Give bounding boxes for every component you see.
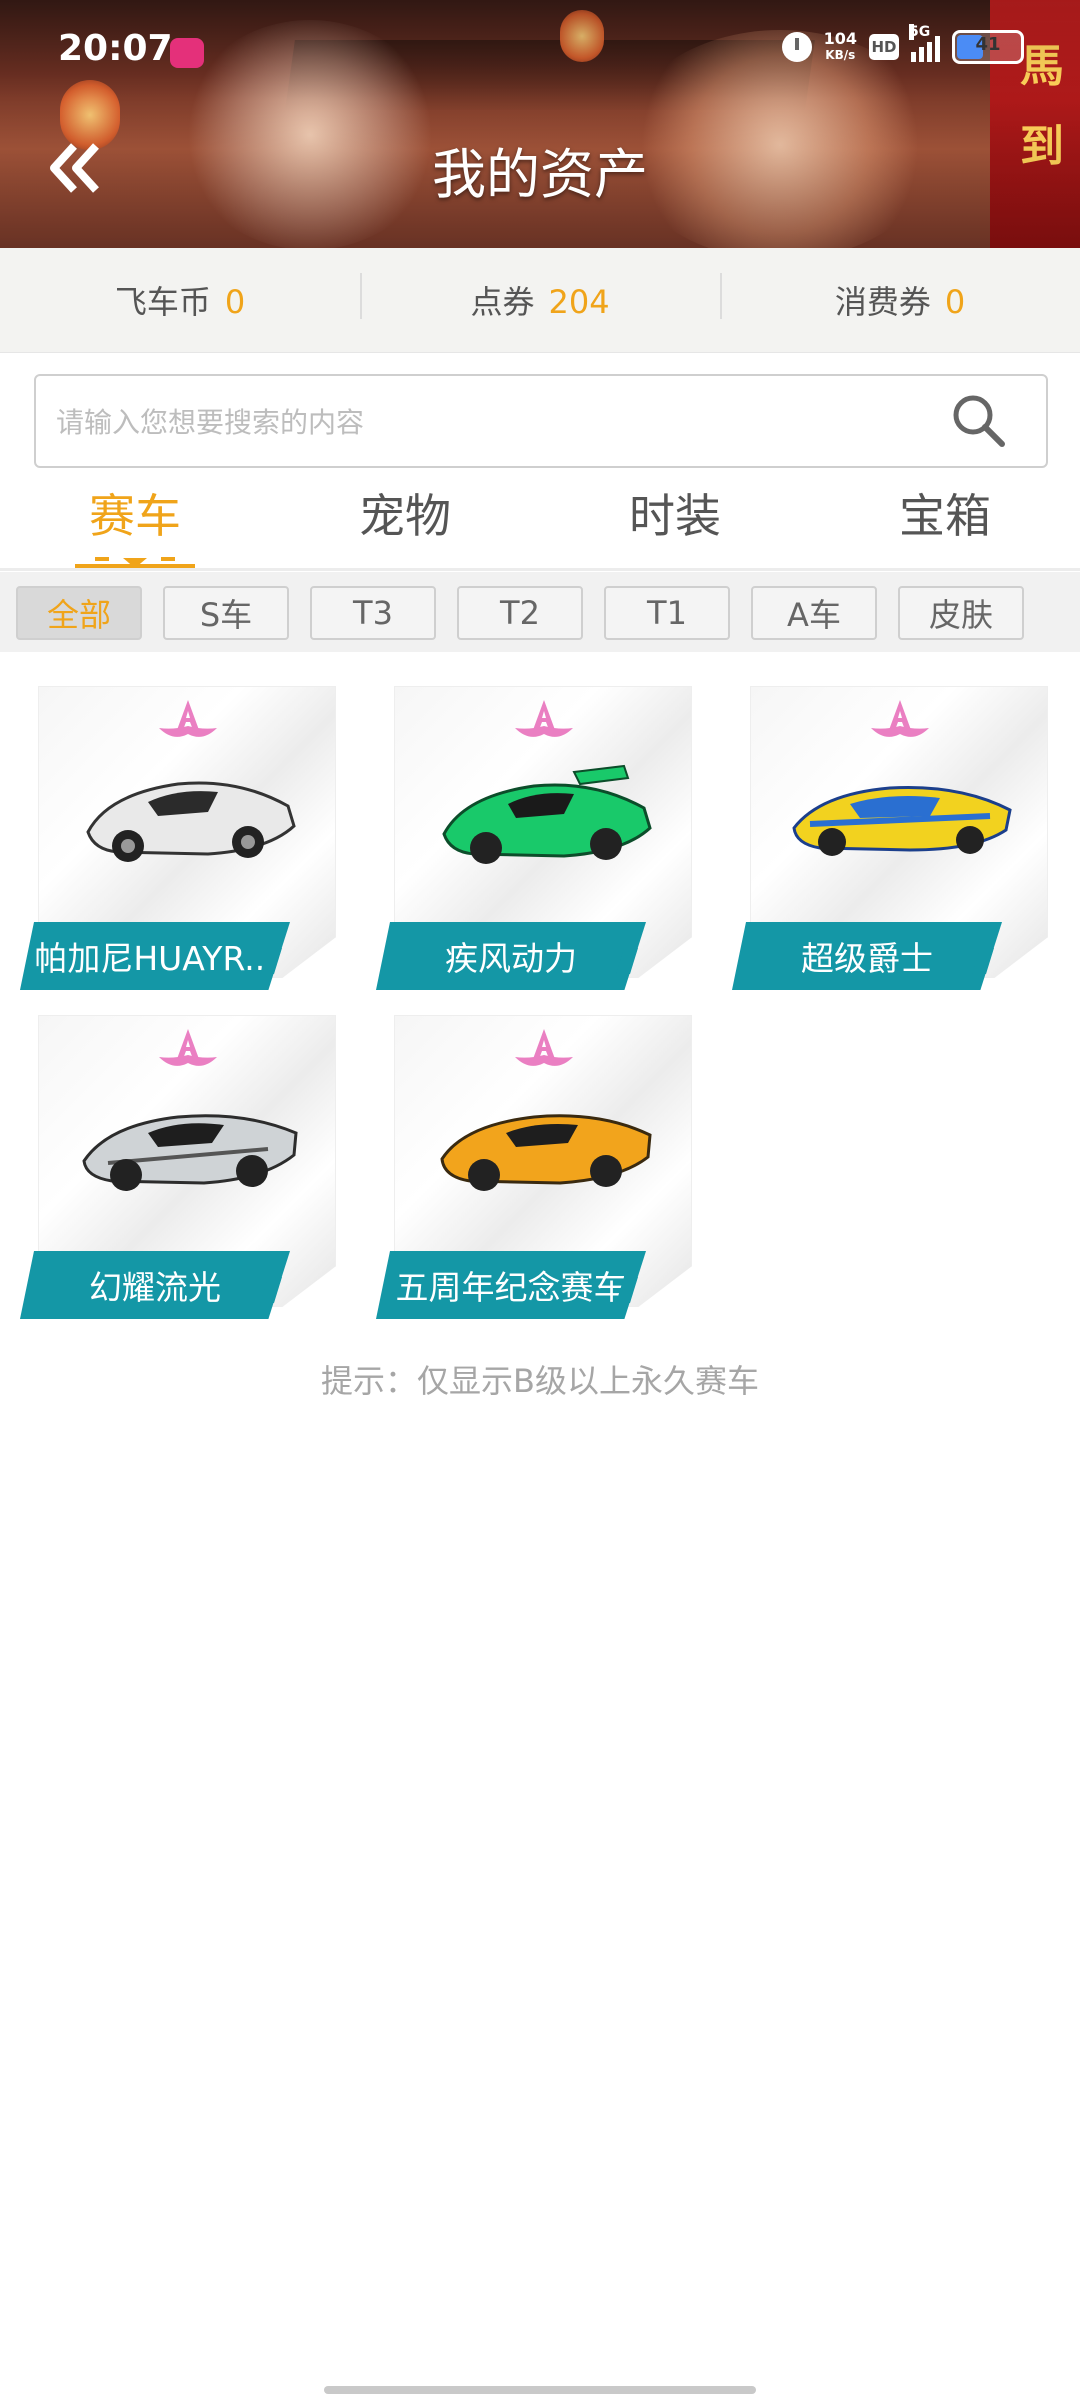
balance-bar: 飞车币 0 点券 204 消费券 0 (0, 248, 1080, 353)
corner-mark-icon (616, 948, 638, 974)
rank-a-badge-icon (159, 1029, 217, 1066)
tab-label: 赛车 (89, 489, 181, 543)
car-card[interactable]: 五周年纪念赛车 (376, 1015, 696, 1319)
tab-costume[interactable]: 时装 (540, 480, 810, 570)
app-notification-icon (170, 38, 204, 68)
car-name: 幻耀流光 (20, 1251, 290, 1319)
page-title: 我的资产 (432, 143, 648, 206)
status-time: 20:07 (58, 28, 173, 69)
network-speed-value: 104 (823, 29, 857, 48)
network-type: 5G (909, 24, 931, 40)
signal-icon: 5G (909, 24, 940, 62)
car-card[interactable]: 疾风动力 (376, 686, 696, 990)
category-tabs: 赛车 宠物 时装 宝箱 (0, 480, 1080, 570)
car-name: 疾风动力 (376, 922, 646, 990)
balance-label: 飞车币 (114, 283, 211, 321)
balance-xiaofeiquan: 消费券 0 (720, 273, 1080, 323)
hd-badge: HD (869, 34, 899, 60)
tab-label: 时装 (629, 489, 721, 543)
filter-bar: 全部 S车 T3 T2 T1 A车 皮肤 (0, 572, 1080, 652)
filter-t3[interactable]: T3 (310, 586, 436, 640)
status-bar-right: 104 KB/s HD 5G 41 (781, 24, 1024, 64)
balance-label: 消费券 (834, 283, 931, 321)
corner-mark-icon (616, 1277, 638, 1303)
tab-race-car[interactable]: 赛车 (0, 480, 270, 570)
rank-a-badge-icon (871, 700, 929, 737)
car-card[interactable]: 超级爵士 (732, 686, 1052, 990)
balance-value: 0 (944, 283, 966, 321)
rank-a-badge-icon (515, 1029, 573, 1066)
car-name: 帕加尼HUAYR... (20, 922, 290, 990)
car-image (792, 786, 1012, 856)
car-card[interactable]: 帕加尼HUAYR... (20, 686, 340, 990)
hint-text: 提示：仅显示B级以上永久赛车 (321, 1362, 759, 1400)
car-name: 超级爵士 (732, 922, 1002, 990)
car-image (82, 1114, 298, 1191)
filter-all[interactable]: 全部 (16, 586, 142, 640)
alarm-icon (781, 32, 812, 62)
tab-label: 宝箱 (899, 489, 991, 543)
filter-a-car[interactable]: A车 (751, 586, 877, 640)
filter-t1[interactable]: T1 (604, 586, 730, 640)
tabs-divider (0, 568, 1080, 571)
filter-s-car[interactable]: S车 (163, 586, 289, 640)
filter-skin[interactable]: 皮肤 (898, 586, 1024, 640)
balance-value: 0 (224, 283, 246, 321)
car-image (86, 781, 296, 862)
search-icon[interactable] (950, 392, 1006, 448)
search-box (34, 374, 1048, 468)
car-card[interactable]: 幻耀流光 (20, 1015, 340, 1319)
car-image (440, 1114, 652, 1191)
corner-mark-icon (972, 948, 994, 974)
filter-t2[interactable]: T2 (457, 586, 583, 640)
battery-level: 41 (975, 34, 1001, 55)
network-speed-unit: KB/s (825, 48, 856, 62)
search-input[interactable] (54, 376, 918, 468)
tab-pet[interactable]: 宠物 (270, 480, 540, 570)
tab-label: 宠物 (359, 489, 451, 543)
car-image (442, 764, 652, 864)
balance-feichebi: 飞车币 0 (0, 277, 360, 323)
balance-value: 204 (548, 283, 610, 321)
rank-a-badge-icon (159, 700, 217, 737)
battery-icon: 41 (952, 30, 1024, 64)
network-speed: 104 KB/s (824, 31, 857, 63)
corner-mark-icon (260, 948, 282, 974)
corner-mark-icon (260, 1277, 282, 1303)
balance-dianquan: 点券 204 (360, 273, 720, 323)
car-name: 五周年纪念赛车 (376, 1251, 646, 1319)
header-banner: 馬 到 20:07 104 KB/s HD 5G 41 我的资产 (0, 0, 1080, 248)
home-indicator[interactable] (324, 2386, 756, 2394)
rank-a-badge-icon (515, 700, 573, 737)
balance-label: 点券 (470, 283, 535, 321)
tab-treasure-box[interactable]: 宝箱 (810, 480, 1080, 570)
